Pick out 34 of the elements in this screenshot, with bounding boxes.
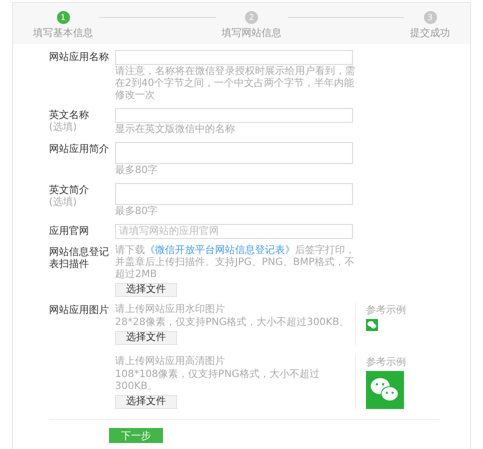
step-label: 填写基本信息 xyxy=(33,26,93,40)
input-field[interactable] xyxy=(115,50,353,65)
field-hint: 显示在英文版微信中的名称 xyxy=(115,124,235,136)
step-number: 1 xyxy=(56,11,70,24)
field-hint: 最多80字 xyxy=(115,206,158,218)
choose-file-button[interactable]: 选择文件 xyxy=(115,331,177,345)
field-hint: 最多80字 xyxy=(115,165,158,177)
upload-title: 请上传网站应用水印图片 xyxy=(115,304,225,316)
input-field[interactable] xyxy=(115,108,353,123)
text-area[interactable] xyxy=(115,183,353,205)
upload-title: 请上传网站应用高清图片 xyxy=(115,356,225,368)
input-field[interactable]: 请填写网站的应用官网 xyxy=(115,224,353,239)
choose-file-button[interactable]: 选择文件 xyxy=(115,283,177,297)
field-label: 应用官网 xyxy=(49,226,89,238)
field-label: 网站应用简介 xyxy=(49,144,109,156)
field-label: 网站应用名称 xyxy=(49,52,109,64)
example-label: 参考示例 xyxy=(366,356,406,369)
example-label: 参考示例 xyxy=(366,304,406,317)
upload-hint: 108*108像素，仅支持PNG格式，大小不超过300KB。 xyxy=(115,369,320,393)
field-label: 网站应用图片 xyxy=(49,305,109,317)
step-label: 提交成功 xyxy=(410,26,450,40)
field-label: 网站信息登记表扫描件 xyxy=(49,247,110,271)
upload-instructions: 请下载《微信开放平台网站信息登记表》后签字打印，并盖章后上传扫描件。支持JPG、PNG、BMP格式，不超过2MB xyxy=(115,245,355,281)
optional-note: (选填) xyxy=(49,197,77,209)
chat-bubbles-icon xyxy=(366,371,404,409)
field-hint: 请注意，名称将在微信登录授权时展示给用户看到，需在2到40个字节之间，一个中文占两个字节，半年内能修改一次 xyxy=(115,66,355,102)
upload-hint: 28*28像素，仅支持PNG格式，大小不超过300KB。 xyxy=(115,317,350,329)
chat-bubbles-icon xyxy=(366,319,378,331)
field-label: 英文简介 xyxy=(49,185,89,196)
choose-file-button[interactable]: 选择文件 xyxy=(115,395,177,409)
field-label: 英文名称 xyxy=(49,110,89,122)
step-label: 填写网站信息 xyxy=(222,26,282,40)
text-area[interactable] xyxy=(115,142,353,164)
optional-note: (选填) xyxy=(49,122,77,134)
